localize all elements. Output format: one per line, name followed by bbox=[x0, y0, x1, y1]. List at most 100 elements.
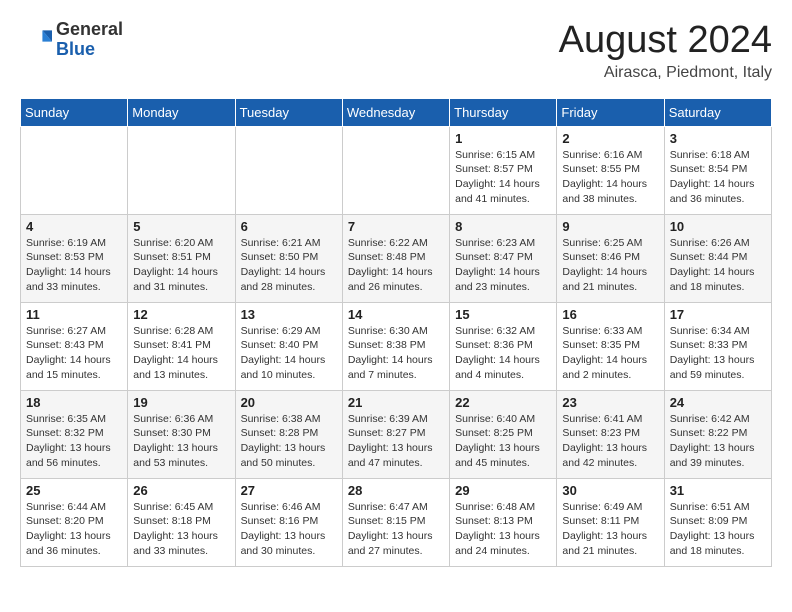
day-info: Sunrise: 6:41 AMSunset: 8:23 PMDaylight:… bbox=[562, 412, 658, 471]
day-info: Sunrise: 6:19 AMSunset: 8:53 PMDaylight:… bbox=[26, 236, 122, 295]
day-number: 9 bbox=[562, 219, 658, 234]
day-info: Sunrise: 6:39 AMSunset: 8:27 PMDaylight:… bbox=[348, 412, 444, 471]
page-header: General Blue August 2024 Airasca, Piedmo… bbox=[20, 20, 772, 82]
calendar-cell: 26Sunrise: 6:45 AMSunset: 8:18 PMDayligh… bbox=[128, 478, 235, 566]
calendar-cell bbox=[128, 126, 235, 214]
day-number: 21 bbox=[348, 395, 444, 410]
calendar: SundayMondayTuesdayWednesdayThursdayFrid… bbox=[20, 98, 772, 567]
day-number: 15 bbox=[455, 307, 551, 322]
day-number: 1 bbox=[455, 131, 551, 146]
calendar-week-row: 18 Sunrise: 6:35 AMSunset: 8:32 PMDayligh… bbox=[21, 390, 772, 478]
day-info: Sunrise: 6:44 AMSunset: 8:20 PMDaylight:… bbox=[26, 500, 122, 559]
day-info: Sunrise: 6:21 AMSunset: 8:50 PMDaylight:… bbox=[241, 236, 337, 295]
calendar-cell: 9 Sunrise: 6:25 AMSunset: 8:46 PMDaylight… bbox=[557, 214, 664, 302]
month-title: August 2024 bbox=[559, 20, 772, 62]
day-info: Sunrise: 6:42 AMSunset: 8:22 PMDaylight:… bbox=[670, 412, 766, 471]
day-number: 8 bbox=[455, 219, 551, 234]
day-info: Sunrise: 6:28 AMSunset: 8:41 PMDaylight:… bbox=[133, 324, 229, 383]
calendar-cell: 24Sunrise: 6:42 AMSunset: 8:22 PMDayligh… bbox=[664, 390, 771, 478]
day-of-week-wednesday: Wednesday bbox=[342, 98, 449, 126]
calendar-cell: 2Sunrise: 6:16 AMSunset: 8:55 PMDaylight… bbox=[557, 126, 664, 214]
calendar-cell: 28Sunrise: 6:47 AMSunset: 8:15 PMDayligh… bbox=[342, 478, 449, 566]
calendar-header-row: SundayMondayTuesdayWednesdayThursdayFrid… bbox=[21, 98, 772, 126]
day-info: Sunrise: 6:29 AMSunset: 8:40 PMDaylight:… bbox=[241, 324, 337, 383]
day-number: 11 bbox=[26, 307, 122, 322]
calendar-cell: 8 Sunrise: 6:23 AMSunset: 8:47 PMDaylight… bbox=[450, 214, 557, 302]
calendar-cell: 23 Sunrise: 6:41 AMSunset: 8:23 PMDayligh… bbox=[557, 390, 664, 478]
day-info: Sunrise: 6:33 AMSunset: 8:35 PMDaylight:… bbox=[562, 324, 658, 383]
logo-text: General Blue bbox=[56, 20, 123, 60]
day-number: 31 bbox=[670, 483, 766, 498]
day-info: Sunrise: 6:47 AMSunset: 8:15 PMDaylight:… bbox=[348, 500, 444, 559]
calendar-cell: 25 Sunrise: 6:44 AMSunset: 8:20 PMDayligh… bbox=[21, 478, 128, 566]
calendar-cell: 6 Sunrise: 6:21 AMSunset: 8:50 PMDaylight… bbox=[235, 214, 342, 302]
calendar-cell: 22 Sunrise: 6:40 AMSunset: 8:25 PMDayligh… bbox=[450, 390, 557, 478]
calendar-cell bbox=[235, 126, 342, 214]
day-info: Sunrise: 6:51 AMSunset: 8:09 PMDaylight:… bbox=[670, 500, 766, 559]
calendar-cell: 27Sunrise: 6:46 AMSunset: 8:16 PMDayligh… bbox=[235, 478, 342, 566]
calendar-cell: 10 Sunrise: 6:26 AMSunset: 8:44 PMDayligh… bbox=[664, 214, 771, 302]
title-block: August 2024 Airasca, Piedmont, Italy bbox=[559, 20, 772, 82]
calendar-cell: 17 Sunrise: 6:34 AMSunset: 8:33 PMDayligh… bbox=[664, 302, 771, 390]
calendar-cell: 4 Sunrise: 6:19 AMSunset: 8:53 PMDaylight… bbox=[21, 214, 128, 302]
day-number: 3 bbox=[670, 131, 766, 146]
calendar-cell: 19 Sunrise: 6:36 AMSunset: 8:30 PMDayligh… bbox=[128, 390, 235, 478]
day-info: Sunrise: 6:40 AMSunset: 8:25 PMDaylight:… bbox=[455, 412, 551, 471]
day-info: Sunrise: 6:30 AMSunset: 8:38 PMDaylight:… bbox=[348, 324, 444, 383]
day-number: 25 bbox=[26, 483, 122, 498]
day-info: Sunrise: 6:35 AMSunset: 8:32 PMDaylight:… bbox=[26, 412, 122, 471]
day-number: 5 bbox=[133, 219, 229, 234]
calendar-cell: 21 Sunrise: 6:39 AMSunset: 8:27 PMDayligh… bbox=[342, 390, 449, 478]
calendar-cell: 16 Sunrise: 6:33 AMSunset: 8:35 PMDayligh… bbox=[557, 302, 664, 390]
calendar-cell: 11 Sunrise: 6:27 AMSunset: 8:43 PMDayligh… bbox=[21, 302, 128, 390]
calendar-cell: 1 Sunrise: 6:15 AMSunset: 8:57 PMDaylight… bbox=[450, 126, 557, 214]
day-number: 4 bbox=[26, 219, 122, 234]
day-number: 10 bbox=[670, 219, 766, 234]
calendar-cell bbox=[342, 126, 449, 214]
logo-icon bbox=[20, 24, 52, 56]
day-info: Sunrise: 6:15 AMSunset: 8:57 PMDaylight:… bbox=[455, 148, 551, 207]
calendar-cell: 13 Sunrise: 6:29 AMSunset: 8:40 PMDayligh… bbox=[235, 302, 342, 390]
day-number: 17 bbox=[670, 307, 766, 322]
day-number: 18 bbox=[26, 395, 122, 410]
location-title: Airasca, Piedmont, Italy bbox=[559, 64, 772, 82]
logo: General Blue bbox=[20, 20, 123, 60]
calendar-week-row: 11 Sunrise: 6:27 AMSunset: 8:43 PMDayligh… bbox=[21, 302, 772, 390]
day-info: Sunrise: 6:23 AMSunset: 8:47 PMDaylight:… bbox=[455, 236, 551, 295]
calendar-cell: 29Sunrise: 6:48 AMSunset: 8:13 PMDayligh… bbox=[450, 478, 557, 566]
calendar-cell: 30Sunrise: 6:49 AMSunset: 8:11 PMDayligh… bbox=[557, 478, 664, 566]
calendar-cell: 20Sunrise: 6:38 AMSunset: 8:28 PMDayligh… bbox=[235, 390, 342, 478]
day-number: 29 bbox=[455, 483, 551, 498]
day-info: Sunrise: 6:27 AMSunset: 8:43 PMDaylight:… bbox=[26, 324, 122, 383]
day-info: Sunrise: 6:34 AMSunset: 8:33 PMDaylight:… bbox=[670, 324, 766, 383]
day-info: Sunrise: 6:26 AMSunset: 8:44 PMDaylight:… bbox=[670, 236, 766, 295]
day-number: 7 bbox=[348, 219, 444, 234]
calendar-cell: 3Sunrise: 6:18 AMSunset: 8:54 PMDaylight… bbox=[664, 126, 771, 214]
day-number: 12 bbox=[133, 307, 229, 322]
day-number: 6 bbox=[241, 219, 337, 234]
day-number: 23 bbox=[562, 395, 658, 410]
day-info: Sunrise: 6:25 AMSunset: 8:46 PMDaylight:… bbox=[562, 236, 658, 295]
day-number: 19 bbox=[133, 395, 229, 410]
day-info: Sunrise: 6:16 AMSunset: 8:55 PMDaylight:… bbox=[562, 148, 658, 207]
day-info: Sunrise: 6:36 AMSunset: 8:30 PMDaylight:… bbox=[133, 412, 229, 471]
calendar-cell: 7 Sunrise: 6:22 AMSunset: 8:48 PMDaylight… bbox=[342, 214, 449, 302]
day-info: Sunrise: 6:22 AMSunset: 8:48 PMDaylight:… bbox=[348, 236, 444, 295]
calendar-cell: 5 Sunrise: 6:20 AMSunset: 8:51 PMDaylight… bbox=[128, 214, 235, 302]
calendar-cell: 18 Sunrise: 6:35 AMSunset: 8:32 PMDayligh… bbox=[21, 390, 128, 478]
day-number: 13 bbox=[241, 307, 337, 322]
day-of-week-saturday: Saturday bbox=[664, 98, 771, 126]
calendar-cell: 14 Sunrise: 6:30 AMSunset: 8:38 PMDayligh… bbox=[342, 302, 449, 390]
day-info: Sunrise: 6:32 AMSunset: 8:36 PMDaylight:… bbox=[455, 324, 551, 383]
day-number: 16 bbox=[562, 307, 658, 322]
calendar-cell: 15 Sunrise: 6:32 AMSunset: 8:36 PMDayligh… bbox=[450, 302, 557, 390]
calendar-week-row: 1 Sunrise: 6:15 AMSunset: 8:57 PMDaylight… bbox=[21, 126, 772, 214]
day-number: 14 bbox=[348, 307, 444, 322]
day-number: 27 bbox=[241, 483, 337, 498]
calendar-cell: 31 Sunrise: 6:51 AMSunset: 8:09 PMDayligh… bbox=[664, 478, 771, 566]
day-number: 22 bbox=[455, 395, 551, 410]
day-of-week-thursday: Thursday bbox=[450, 98, 557, 126]
calendar-cell bbox=[21, 126, 128, 214]
day-info: Sunrise: 6:38 AMSunset: 8:28 PMDaylight:… bbox=[241, 412, 337, 471]
day-info: Sunrise: 6:20 AMSunset: 8:51 PMDaylight:… bbox=[133, 236, 229, 295]
